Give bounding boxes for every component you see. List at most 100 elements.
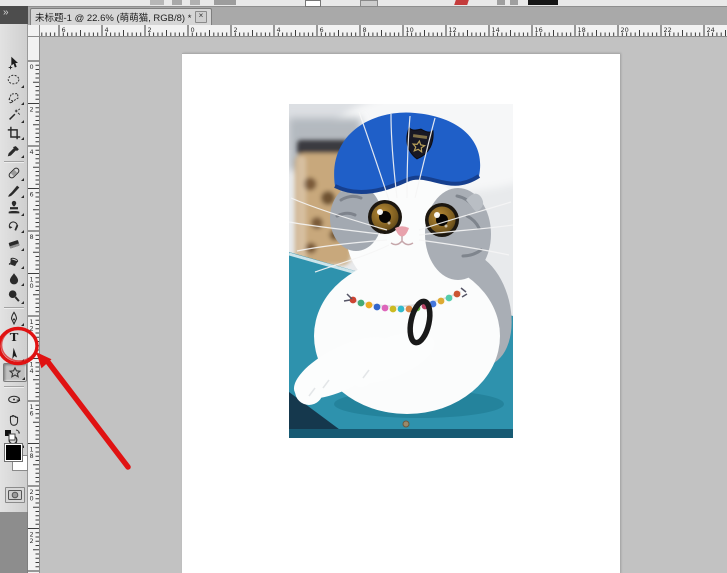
svg-text:2: 2 xyxy=(30,106,34,114)
svg-text:4: 4 xyxy=(30,367,34,375)
move-icon xyxy=(6,55,22,71)
svg-text:16: 16 xyxy=(535,26,543,34)
eyedropper-icon xyxy=(6,143,22,159)
svg-text:4: 4 xyxy=(277,26,281,34)
tool-group-separator xyxy=(4,386,24,387)
magic-wand-tool-button[interactable] xyxy=(3,107,25,124)
svg-text:14: 14 xyxy=(492,26,500,34)
hand-tool-button[interactable] xyxy=(3,411,25,428)
svg-text:6: 6 xyxy=(30,191,34,199)
type-tool-button[interactable]: T xyxy=(3,328,25,345)
svg-text:8: 8 xyxy=(30,452,34,460)
below-panel-filler xyxy=(0,512,28,573)
path-selection-tool-button[interactable] xyxy=(3,346,25,363)
tool-group-separator xyxy=(4,307,24,308)
svg-text:24: 24 xyxy=(707,26,715,34)
svg-text:T: T xyxy=(10,330,19,344)
rotate-view-icon xyxy=(6,391,22,407)
document-canvas[interactable] xyxy=(182,53,620,573)
blur-icon xyxy=(6,271,22,287)
default-colors-icon[interactable] xyxy=(3,428,25,441)
pen-icon xyxy=(6,311,22,327)
svg-text:0: 0 xyxy=(30,63,34,71)
svg-text:4: 4 xyxy=(30,148,34,156)
paint-bucket-tool-button[interactable] xyxy=(3,253,25,270)
tools-panel-header[interactable]: » xyxy=(0,6,28,25)
custom-shape-tool-button[interactable] xyxy=(3,363,27,382)
type-icon: T xyxy=(6,329,22,345)
options-bar-fragment xyxy=(150,0,164,5)
pen-tool-button[interactable] xyxy=(3,310,25,327)
healing-brush-icon xyxy=(6,165,22,181)
svg-text:6: 6 xyxy=(320,26,324,34)
options-bar-clipped xyxy=(0,0,727,7)
lasso-icon xyxy=(6,90,22,106)
brush-tool-button[interactable] xyxy=(3,182,25,199)
options-bar-fragment xyxy=(510,0,518,5)
rotate-view-tool-button[interactable] xyxy=(3,390,25,407)
svg-text:10: 10 xyxy=(406,26,414,34)
options-bar-fragment xyxy=(497,0,505,5)
clone-stamp-icon xyxy=(6,200,22,216)
eraser-tool-button[interactable] xyxy=(3,235,25,252)
svg-text:2: 2 xyxy=(30,325,34,333)
options-bar-fragment xyxy=(528,0,558,5)
svg-text:20: 20 xyxy=(621,26,629,34)
quick-mask-icon xyxy=(8,490,22,500)
svg-text:18: 18 xyxy=(578,26,586,34)
eraser-icon xyxy=(6,236,22,252)
blur-tool-button[interactable] xyxy=(3,270,25,287)
eyedropper-tool-button[interactable] xyxy=(3,142,25,159)
options-bar-fragment xyxy=(172,0,182,5)
healing-brush-tool-button[interactable] xyxy=(3,165,25,182)
document-tab[interactable]: 未标题-1 @ 22.6% (萌萌猫, RGB/8) * × xyxy=(30,8,212,25)
tool-group-separator xyxy=(4,161,24,162)
photoshop-window: » 未标题-1 @ 22.6% (萌萌猫, RGB/8) * × xyxy=(0,0,727,573)
svg-text:8: 8 xyxy=(30,233,34,241)
lasso-tool-button[interactable] xyxy=(3,89,25,106)
canvas-image-cat-photo[interactable] xyxy=(289,104,513,438)
ruler-corner xyxy=(28,25,40,37)
history-brush-icon xyxy=(6,218,22,234)
marquee-tool-button[interactable] xyxy=(3,72,25,89)
brush-icon xyxy=(6,183,22,199)
foreground-color-swatch[interactable] xyxy=(4,443,23,462)
crop-tool-button[interactable] xyxy=(3,124,25,141)
path-selection-icon xyxy=(6,346,22,362)
magic-wand-icon xyxy=(6,107,22,123)
svg-text:0: 0 xyxy=(191,26,195,34)
svg-text:22: 22 xyxy=(664,26,672,34)
svg-text:6: 6 xyxy=(30,410,34,418)
marquee-icon xyxy=(6,72,22,88)
svg-text:0: 0 xyxy=(30,495,34,503)
svg-text:0: 0 xyxy=(30,282,34,290)
svg-text:12: 12 xyxy=(449,26,457,34)
options-bar-fragment xyxy=(305,0,321,7)
pasteboard xyxy=(40,37,727,573)
ruler-top[interactable]: 642024681012141618202224 xyxy=(40,25,727,37)
ruler-left[interactable]: 024681012141618202224 xyxy=(28,37,40,573)
crop-icon xyxy=(6,125,22,141)
svg-text:6: 6 xyxy=(62,26,66,34)
svg-text:2: 2 xyxy=(30,537,34,545)
options-bar-fragment xyxy=(214,0,236,5)
paint-bucket-icon xyxy=(6,253,22,269)
history-brush-tool-button[interactable] xyxy=(3,217,25,234)
dodge-tool-button[interactable] xyxy=(3,288,25,305)
svg-text:2: 2 xyxy=(148,26,152,34)
svg-text:2: 2 xyxy=(234,26,238,34)
tab-bar: 未标题-1 @ 22.6% (萌萌猫, RGB/8) * × xyxy=(28,7,727,25)
options-bar-fragment xyxy=(360,0,378,7)
clone-stamp-tool-button[interactable] xyxy=(3,200,25,217)
svg-text:8: 8 xyxy=(363,26,367,34)
dodge-icon xyxy=(6,288,22,304)
double-chevron-icon: » xyxy=(3,7,8,18)
hand-icon xyxy=(6,412,22,428)
tab-close-icon[interactable]: × xyxy=(195,11,207,23)
tab-title: 未标题-1 @ 22.6% (萌萌猫, RGB/8) * xyxy=(35,10,193,24)
svg-text:4: 4 xyxy=(105,26,109,34)
quick-mask-button[interactable] xyxy=(5,487,25,503)
options-bar-fragment xyxy=(454,0,469,5)
move-tool-button[interactable] xyxy=(3,54,25,71)
custom-shape-icon xyxy=(7,365,23,381)
